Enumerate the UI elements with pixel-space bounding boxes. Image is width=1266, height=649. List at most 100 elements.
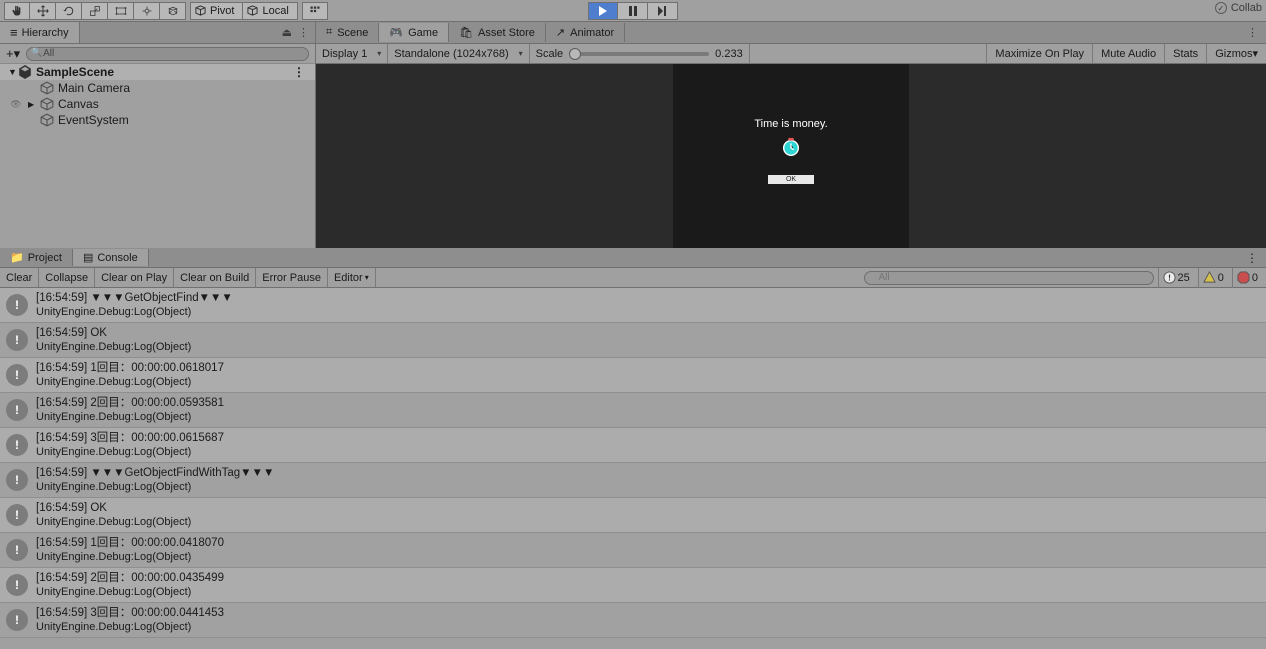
game-frame: Time is money. OK [673,64,909,248]
clear-button[interactable]: Clear [0,268,39,287]
tab-assetstore[interactable]: 🛍Asset Store [449,23,546,42]
hierarchy-item-canvas[interactable]: 👁 ▶ Canvas [0,96,315,112]
info-icon: ! [6,434,28,456]
pivot-toggle[interactable]: Pivot [190,2,243,20]
pause-button[interactable] [618,2,648,20]
log-text: [16:54:59] OKUnityEngine.Debug:Log(Objec… [36,326,191,354]
gameobject-icon [40,81,54,95]
create-dropdown[interactable]: +▾ [6,46,20,62]
expand-icon[interactable]: ▼ [8,67,18,77]
maximize-toggle[interactable]: Maximize On Play [986,44,1092,64]
mute-toggle[interactable]: Mute Audio [1092,44,1164,64]
tab-game[interactable]: 🎮 Game [379,23,449,42]
warn-counter[interactable]: 0 [1198,268,1228,288]
svg-text:!: ! [1168,272,1171,282]
hierarchy-lock-icon[interactable]: ⏏ [282,26,292,39]
info-icon: ! [6,294,28,316]
console-log-row[interactable]: ![16:54:59] 1回目：00:00:00.0618017UnityEng… [0,358,1266,393]
hierarchy-tab[interactable]: Hierarchy [0,22,80,43]
info-icon: ! [6,329,28,351]
scale-group: Scale 0.233 [530,44,750,63]
editor-dropdown[interactable]: Editor [328,268,376,287]
gameobject-icon [40,97,54,111]
collab-label: Collab [1231,2,1262,14]
tab-console[interactable]: ▤Console [73,249,149,266]
play-button[interactable] [588,2,618,20]
tab-label: Scene [337,27,368,39]
item-label: Canvas [58,97,99,111]
expand-icon[interactable]: ▶ [28,100,34,109]
hierarchy-title: Hierarchy [22,27,69,39]
hierarchy-menu-icon[interactable]: ⋮ [298,26,309,39]
rotate-tool[interactable] [56,2,82,20]
gizmos-dropdown[interactable]: Gizmos ▾ [1206,44,1266,64]
local-toggle[interactable]: Local [243,2,297,20]
console-log-list[interactable]: ![16:54:59] ▼▼▼GetObjectFind▼▼▼UnityEngi… [0,288,1266,649]
game-icon: 🎮 [389,26,403,39]
toolbar-right: ✓ Collab [1215,2,1262,14]
info-icon: ! [6,539,28,561]
tab-animator[interactable]: ↗Animator [546,23,625,42]
scale-tool[interactable] [82,2,108,20]
stats-toggle[interactable]: Stats [1164,44,1206,64]
game-view: Time is money. OK [316,64,1266,248]
slider-knob[interactable] [569,48,581,60]
visibility-icon[interactable]: 👁 [10,99,21,110]
clear-on-play-toggle[interactable]: Clear on Play [95,268,174,287]
console-log-row[interactable]: ![16:54:59] ▼▼▼GetObjectFindWithTag▼▼▼Un… [0,463,1266,498]
tab-project[interactable]: 📁Project [0,249,73,266]
console-log-row[interactable]: ![16:54:59] 3回目：00:00:00.0441453UnityEng… [0,603,1266,638]
move-tool[interactable] [30,2,56,20]
gameobject-icon [40,113,54,127]
console-log-row[interactable]: ![16:54:59] ▼▼▼GetObjectFind▼▼▼UnityEngi… [0,288,1266,323]
console-log-row[interactable]: ![16:54:59] 1回目：00:00:00.0418070UnityEng… [0,533,1266,568]
scale-label: Scale [536,48,564,60]
console-log-row[interactable]: ![16:54:59] 2回目：00:00:00.0593581UnityEng… [0,393,1266,428]
console-log-row[interactable]: ! [16:54:59] OKUnityEngine.Debug:Log(Obje… [0,323,1266,358]
tab-label: Game [408,27,438,39]
hierarchy-search[interactable]: All [26,47,309,61]
collapse-toggle[interactable]: Collapse [39,268,95,287]
scene-tab-bar: ⌗Scene 🎮 Game 🛍Asset Store ↗Animator ⋮ [316,22,1266,44]
tab-label: Console [97,252,137,264]
console-log-row[interactable]: ![16:54:59] 2回目：00:00:00.0435499UnityEng… [0,568,1266,603]
error-pause-toggle[interactable]: Error Pause [256,268,328,287]
console-log-row[interactable]: ![16:54:59] OKUnityEngine.Debug:Log(Obje… [0,498,1266,533]
info-counter[interactable]: ! 25 [1158,268,1194,288]
info-count: 25 [1178,272,1190,284]
scene-row[interactable]: ▼ SampleScene ⋮ [0,64,315,80]
step-button[interactable] [648,2,678,20]
hierarchy-item-camera[interactable]: Main Camera [0,80,315,96]
hierarchy-item-eventsystem[interactable]: EventSystem [0,112,315,128]
collab-button[interactable]: ✓ Collab [1215,2,1262,14]
rect-tool[interactable] [108,2,134,20]
game-toolbar: Display 1 Standalone (1024x768) Scale 0.… [316,44,1266,64]
scale-slider[interactable] [569,52,709,56]
console-search-input[interactable] [864,271,1154,285]
resolution-label: Standalone (1024x768) [394,48,508,60]
item-label: Main Camera [58,81,130,95]
clear-on-build-toggle[interactable]: Clear on Build [174,268,256,287]
console-log-row[interactable]: ![16:54:59] 3回目：00:00:00.0615687UnityEng… [0,428,1266,463]
pivot-label: Pivot [210,5,234,17]
info-icon: ! [6,364,28,386]
info-icon: ! [6,399,28,421]
hierarchy-tree: ▼ SampleScene ⋮ Main Camera 👁 ▶ Canvas E… [0,64,315,248]
transform-tools [4,2,186,20]
hand-tool[interactable] [4,2,30,20]
tab-scene[interactable]: ⌗Scene [316,23,379,42]
transform-tool[interactable] [134,2,160,20]
scene-menu-icon[interactable]: ⋮ [293,65,315,79]
scene-tab-menu[interactable]: ⋮ [1247,26,1266,39]
snap-toggle[interactable] [302,2,328,20]
item-label: EventSystem [58,113,129,127]
display-dropdown[interactable]: Display 1 [316,44,388,63]
pivot-group: Pivot Local [190,2,298,20]
custom-tool[interactable] [160,2,186,20]
error-count: 0 [1252,272,1258,284]
game-message: Time is money. [754,118,827,130]
game-ok-button[interactable]: OK [768,175,814,184]
resolution-dropdown[interactable]: Standalone (1024x768) [388,44,529,63]
error-counter[interactable]: 0 [1232,268,1262,288]
lower-tab-menu[interactable]: ⋮ [1246,251,1266,265]
